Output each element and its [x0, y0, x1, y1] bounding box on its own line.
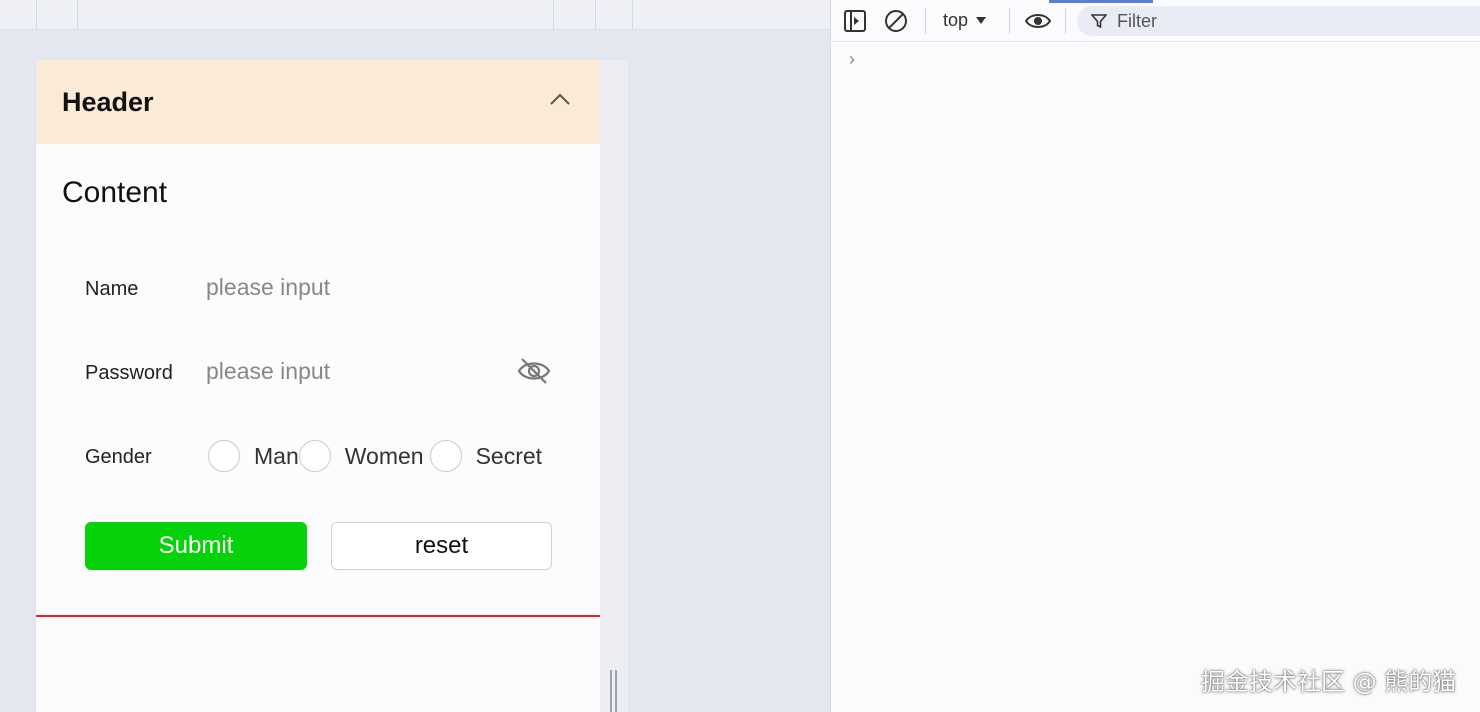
console-toolbar: top Filter [831, 0, 1480, 42]
radio-secret[interactable] [429, 440, 462, 472]
filter-icon [1091, 14, 1107, 29]
password-input[interactable]: please input [206, 358, 330, 385]
resize-handle[interactable] [608, 670, 618, 712]
chevron-up-icon[interactable] [549, 92, 571, 106]
collapse-panel: Header Content Name please input Passwor… [35, 60, 601, 712]
watermark: 掘金技术社区 @ 熊的猫 [1201, 668, 1457, 696]
clear-console-icon[interactable] [884, 9, 908, 33]
console-prompt[interactable]: › [849, 49, 855, 70]
divider-line [36, 615, 601, 617]
reset-button[interactable]: reset [331, 522, 552, 570]
caret-down-icon [976, 17, 987, 24]
gender-radio-group: Man Women Secret [208, 440, 542, 472]
content-title: Content [62, 176, 168, 209]
radio-label-secret: Secret [475, 442, 543, 469]
devtools-active-tab-indicator [1049, 0, 1153, 3]
panel-header[interactable]: Header [36, 60, 601, 144]
radio-label-man: Man [254, 442, 299, 469]
gender-label: Gender [85, 446, 152, 468]
sidebar-toggle-icon[interactable] [843, 9, 867, 33]
password-label: Password [85, 362, 173, 384]
context-value: top [943, 10, 969, 30]
name-input[interactable]: please input [206, 274, 330, 301]
context-select[interactable]: top [943, 10, 987, 31]
eye-off-icon[interactable] [516, 356, 552, 386]
browser-top-strip [0, 0, 830, 30]
radio-women[interactable] [298, 440, 331, 472]
devtools-console: top Filter › 掘金技术社区 @ 熊的猫 [830, 0, 1480, 712]
live-expression-eye-icon[interactable] [1024, 9, 1052, 33]
panel-scroll-gutter [600, 60, 628, 712]
filter-input[interactable]: Filter [1077, 6, 1480, 36]
name-label: Name [85, 278, 139, 300]
radio-man[interactable] [208, 440, 240, 472]
radio-label-women: Women [344, 442, 424, 469]
submit-button[interactable]: Submit [85, 522, 307, 570]
page-viewport: Header Content Name please input Passwor… [0, 30, 830, 712]
panel-header-title: Header [62, 86, 154, 117]
filter-placeholder: Filter [1117, 10, 1157, 31]
